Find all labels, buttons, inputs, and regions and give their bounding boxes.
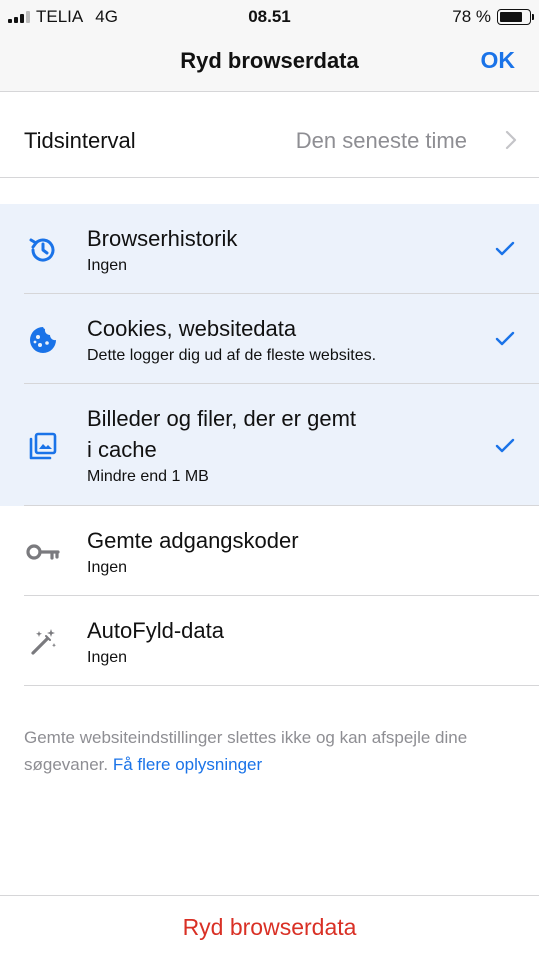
- status-right: 78 %: [452, 7, 534, 27]
- item-title: Gemte adgangskoder: [87, 528, 299, 553]
- image-cache-icon: [26, 429, 60, 463]
- time-range-value: Den seneste time: [295, 128, 467, 153]
- item-title: Browserhistorik: [87, 226, 238, 251]
- item-title: Cookies, websitedata: [87, 316, 297, 341]
- item-subtitle: Ingen: [87, 649, 128, 666]
- checkmark-icon: [495, 241, 515, 256]
- divider: [24, 685, 539, 686]
- status-bar: TELIA 4G 08.51 78 %: [0, 0, 539, 34]
- item-subtitle: Dette logger dig ud af de fleste website…: [87, 347, 377, 364]
- cookie-icon: [26, 323, 60, 357]
- checkmark-icon: [495, 331, 515, 346]
- item-subtitle: Mindre end 1 MB: [87, 468, 209, 485]
- item-cached-images[interactable]: Billeder og filer, der er gemt i cache M…: [0, 384, 539, 506]
- learn-more-link[interactable]: Få flere oplysninger: [113, 755, 262, 774]
- chevron-right-icon: [505, 130, 517, 150]
- item-title-line2: i cache: [87, 437, 157, 462]
- time-range-row[interactable]: Tidsinterval Den seneste time: [0, 92, 539, 178]
- checkmark-icon: [495, 438, 515, 453]
- battery-percent: 78 %: [452, 7, 491, 26]
- section-gap: [0, 178, 539, 204]
- item-title: AutoFyld-data: [87, 618, 224, 643]
- key-icon: [26, 535, 60, 569]
- item-autofill-data[interactable]: AutoFyld-data Ingen: [0, 596, 539, 686]
- item-subtitle: Ingen: [87, 559, 128, 576]
- page-title: Ryd browserdata: [180, 48, 359, 73]
- bottom-bar: Ryd browserdata: [0, 895, 539, 960]
- item-saved-passwords[interactable]: Gemte adgangskoder Ingen: [0, 506, 539, 596]
- history-icon: [26, 233, 60, 267]
- item-title-line1: Billeder og filer, der er gemt: [87, 406, 357, 431]
- item-cookies[interactable]: Cookies, websitedata Dette logger dig ud…: [0, 294, 539, 384]
- item-browser-history[interactable]: Browserhistorik Ingen: [0, 204, 539, 294]
- magic-wand-icon: [26, 625, 60, 659]
- ok-button[interactable]: OK: [481, 47, 516, 74]
- item-subtitle: Ingen: [87, 257, 128, 274]
- time-range-label: Tidsinterval: [24, 128, 136, 153]
- nav-bar: Ryd browserdata OK: [0, 34, 539, 92]
- clear-browsing-data-button[interactable]: Ryd browserdata: [0, 914, 539, 941]
- battery-icon: [497, 9, 534, 25]
- footer-note: Gemte websiteindstillinger slettes ikke …: [24, 724, 514, 778]
